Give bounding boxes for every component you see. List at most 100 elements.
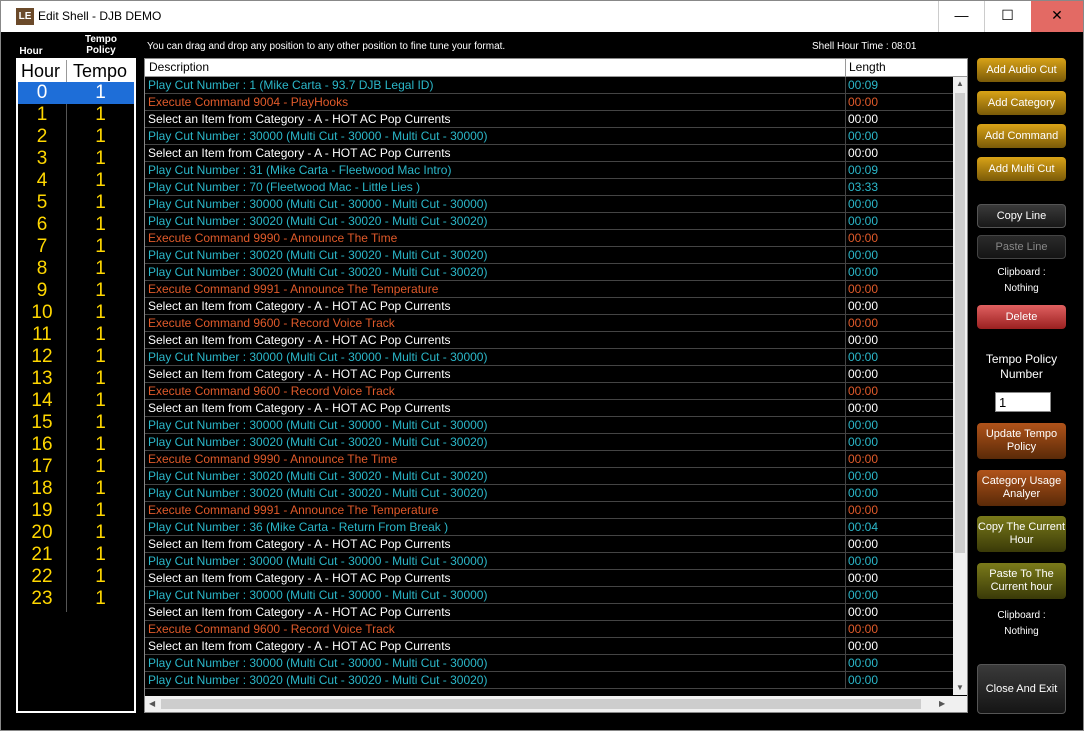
table-row[interactable]: Select an Item from Category - A - HOT A…	[145, 638, 953, 655]
horizontal-scroll-thumb[interactable]	[161, 699, 921, 709]
table-row[interactable]: Execute Command 9004 - PlayHooks 00:00	[145, 94, 953, 111]
hour-row[interactable]: 14 1	[18, 390, 134, 412]
description-column-header[interactable]: Description	[149, 60, 209, 74]
table-row[interactable]: Play Cut Number : 30000 (Multi Cut - 300…	[145, 587, 953, 604]
table-row[interactable]: Execute Command 9600 - Record Voice Trac…	[145, 621, 953, 638]
table-row[interactable]: Play Cut Number : 30000 (Multi Cut - 300…	[145, 655, 953, 672]
table-row[interactable]: Play Cut Number : 30020 (Multi Cut - 300…	[145, 468, 953, 485]
add-audio-cut-button[interactable]: Add Audio Cut	[977, 58, 1066, 82]
table-row[interactable]: Play Cut Number : 30000 (Multi Cut - 300…	[145, 349, 953, 366]
hour-row[interactable]: 12 1	[18, 346, 134, 368]
hour-row[interactable]: 31	[18, 148, 134, 170]
hour-row[interactable]: 16 1	[18, 434, 134, 456]
row-length: 00:00	[848, 622, 879, 636]
table-row[interactable]: Play Cut Number : 70 (Fleetwood Mac - Li…	[145, 179, 953, 196]
table-row[interactable]: Select an Item from Category - A - HOT A…	[145, 536, 953, 553]
table-row[interactable]: Execute Command 9990 - Announce The Time…	[145, 230, 953, 247]
horizontal-scrollbar[interactable]: ◀ ▶	[145, 696, 953, 712]
hour-row[interactable]: 81	[18, 258, 134, 280]
scroll-down-icon[interactable]: ▼	[956, 683, 964, 692]
maximize-button[interactable]: ☐	[984, 1, 1030, 32]
hour-value: 10	[31, 302, 53, 323]
table-row[interactable]: Play Cut Number : 31 (Mike Carta - Fleet…	[145, 162, 953, 179]
hour-row[interactable]: 11	[18, 104, 134, 126]
table-row[interactable]: Play Cut Number : 30020 (Multi Cut - 300…	[145, 213, 953, 230]
length-column-header[interactable]: Length	[849, 60, 886, 74]
hour-row[interactable]: 19 1	[18, 500, 134, 522]
table-row[interactable]: Play Cut Number : 30020 (Multi Cut - 300…	[145, 434, 953, 451]
add-category-button[interactable]: Add Category	[977, 91, 1066, 115]
hour-row[interactable]: 01	[18, 82, 134, 104]
table-row[interactable]: Execute Command 9600 - Record Voice Trac…	[145, 315, 953, 332]
table-row[interactable]: Play Cut Number : 1 (Mike Carta - 93.7 D…	[145, 77, 953, 94]
row-description: Play Cut Number : 30000 (Multi Cut - 300…	[148, 588, 488, 602]
hour-row[interactable]: 21 1	[18, 544, 134, 566]
paste-current-hour-button[interactable]: Paste To The Current hour	[977, 563, 1066, 599]
table-row[interactable]: Execute Command 9600 - Record Voice Trac…	[145, 383, 953, 400]
copy-line-button[interactable]: Copy Line	[977, 204, 1066, 228]
scroll-left-icon[interactable]: ◀	[149, 699, 155, 708]
row-length: 00:00	[848, 333, 879, 347]
table-row[interactable]: Select an Item from Category - A - HOT A…	[145, 111, 953, 128]
hour-row[interactable]: 10 1	[18, 302, 134, 324]
paste-line-button[interactable]: Paste Line	[977, 235, 1066, 259]
hour-row[interactable]: 17 1	[18, 456, 134, 478]
table-row[interactable]: Select an Item from Category - A - HOT A…	[145, 570, 953, 587]
table-row[interactable]: Play Cut Number : 30020 (Multi Cut - 300…	[145, 264, 953, 281]
hour-value: 14	[31, 390, 53, 411]
category-usage-analyzer-button[interactable]: Category Usage Analyer	[977, 470, 1066, 506]
table-row[interactable]: Select an Item from Category - A - HOT A…	[145, 366, 953, 383]
hour-row[interactable]: 20 1	[18, 522, 134, 544]
table-row[interactable]: Select an Item from Category - A - HOT A…	[145, 145, 953, 162]
table-row[interactable]: Play Cut Number : 30020 (Multi Cut - 300…	[145, 247, 953, 264]
table-row[interactable]: Play Cut Number : 30000 (Multi Cut - 300…	[145, 196, 953, 213]
hour-row[interactable]: 41	[18, 170, 134, 192]
delete-button[interactable]: Delete	[977, 305, 1066, 329]
table-row[interactable]: Play Cut Number : 36 (Mike Carta - Retur…	[145, 519, 953, 536]
hour-row[interactable]: 23 1	[18, 588, 134, 610]
table-row[interactable]: Play Cut Number : 30020 (Multi Cut - 300…	[145, 672, 953, 689]
table-row[interactable]: Play Cut Number : 30000 (Multi Cut - 300…	[145, 417, 953, 434]
close-and-exit-button[interactable]: Close And Exit	[977, 664, 1066, 714]
table-row[interactable]: Select an Item from Category - A - HOT A…	[145, 400, 953, 417]
add-command-button[interactable]: Add Command	[977, 124, 1066, 148]
scroll-corner	[953, 696, 967, 712]
vertical-scrollbar[interactable]: ▲ ▼	[953, 77, 967, 695]
update-tempo-policy-button[interactable]: Update Tempo Policy	[977, 423, 1066, 459]
hour-row[interactable]: 18 1	[18, 478, 134, 500]
shell-items-grid[interactable]: Description Length Play Cut Number : 1 (…	[144, 58, 968, 713]
tempo-value: 1	[95, 390, 106, 411]
hour-column-header[interactable]: Hour	[21, 61, 60, 82]
hour-row[interactable]: 51	[18, 192, 134, 214]
minimize-button[interactable]: —	[938, 1, 984, 32]
hour-row[interactable]: 61	[18, 214, 134, 236]
hour-row[interactable]: 15 1	[18, 412, 134, 434]
hour-row[interactable]: 13 1	[18, 368, 134, 390]
close-button[interactable]: ✕	[1031, 1, 1083, 32]
row-description: Play Cut Number : 30020 (Multi Cut - 300…	[148, 265, 488, 279]
scroll-up-icon[interactable]: ▲	[956, 79, 964, 88]
table-row[interactable]: Select an Item from Category - A - HOT A…	[145, 298, 953, 315]
table-row[interactable]: Play Cut Number : 30000 (Multi Cut - 300…	[145, 553, 953, 570]
table-row[interactable]: Execute Command 9991 - Announce The Temp…	[145, 281, 953, 298]
table-row[interactable]: Execute Command 9990 - Announce The Time…	[145, 451, 953, 468]
tempo-column-header[interactable]: Tempo	[73, 61, 127, 82]
table-row[interactable]: Execute Command 9991 - Announce The Temp…	[145, 502, 953, 519]
scroll-right-icon[interactable]: ▶	[939, 699, 945, 708]
table-row[interactable]: Play Cut Number : 30000 (Multi Cut - 300…	[145, 128, 953, 145]
hour-row[interactable]: 91	[18, 280, 134, 302]
vertical-scroll-thumb[interactable]	[955, 93, 965, 553]
hour-row[interactable]: 22 1	[18, 566, 134, 588]
table-row[interactable]: Select an Item from Category - A - HOT A…	[145, 604, 953, 621]
copy-current-hour-button[interactable]: Copy The Current Hour	[977, 516, 1066, 552]
row-description: Play Cut Number : 30020 (Multi Cut - 300…	[148, 469, 488, 483]
hour-row[interactable]: 11 1	[18, 324, 134, 346]
hour-row[interactable]: 71	[18, 236, 134, 258]
tempo-policy-number-input[interactable]	[995, 392, 1051, 412]
table-row[interactable]: Play Cut Number : 30020 (Multi Cut - 300…	[145, 485, 953, 502]
row-description: Play Cut Number : 30020 (Multi Cut - 300…	[148, 673, 488, 687]
hours-list[interactable]: Hour Tempo 0 1 1 1 2 1 3 1 4 1 5 1 6 1 7 1 8 1 9 1 10 1 11 1 12 1…	[16, 58, 136, 713]
add-multi-cut-button[interactable]: Add Multi Cut	[977, 157, 1066, 181]
hour-row[interactable]: 21	[18, 126, 134, 148]
table-row[interactable]: Select an Item from Category - A - HOT A…	[145, 332, 953, 349]
